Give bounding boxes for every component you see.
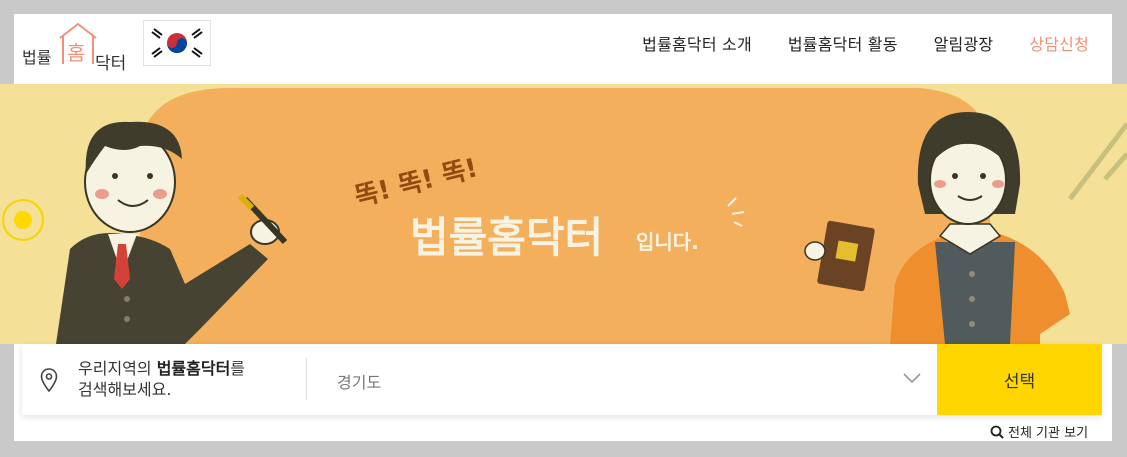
region-select-value: 경기도 (337, 373, 382, 392)
search-divider (306, 358, 307, 400)
site-header: 법률 홈 닥터 법률홈닥터 소개 법률홈닥터 활동 알림광장 상담신청 (14, 14, 1112, 84)
search-icon (990, 425, 1004, 439)
location-pin-icon (40, 368, 58, 392)
view-all-link[interactable]: 전체 기관 보기 (990, 422, 1088, 441)
logo-text-house: 홈 (67, 41, 85, 65)
slide-indicator-dot[interactable] (2, 199, 44, 241)
logo-text-right: 닥터 (95, 54, 126, 74)
search-prompt-suffix: 를 (230, 359, 246, 378)
search-prompt-line2: 검색해보세요. (78, 380, 172, 399)
select-button[interactable]: 선택 (937, 344, 1102, 415)
hero-title-suffix: 입니다. (636, 230, 699, 254)
view-all-label: 전체 기관 보기 (1008, 426, 1089, 441)
hero-illustration: 똑! 똑! 똑! 법률홈닥터 입니다. (56, 88, 1127, 344)
search-prompt-bold: 법률홈닥터 (156, 359, 231, 378)
main-nav: 법률홈닥터 소개 법률홈닥터 활동 알림광장 상담신청 (642, 14, 1089, 72)
site-logo[interactable]: 법률 홈 닥터 (20, 18, 132, 76)
logo-house-icon: 법률 홈 닥터 (22, 22, 126, 74)
nav-item-consultation[interactable]: 상담신청 (1029, 31, 1089, 55)
chevron-down-icon (903, 373, 921, 384)
region-search-bar: 우리지역의 법률홈닥터를 검색해보세요. 경기도 선택 (22, 344, 1102, 415)
region-select-dropdown[interactable]: 경기도 (317, 344, 937, 415)
search-prompt: 우리지역의 법률홈닥터를 검색해보세요. (78, 358, 245, 400)
search-prompt-prefix: 우리지역의 (78, 359, 157, 378)
nav-item-intro[interactable]: 법률홈닥터 소개 (642, 31, 752, 55)
hero-main-title: 법률홈닥터 (410, 213, 603, 262)
korean-flag-icon[interactable] (143, 20, 211, 66)
nav-item-activities[interactable]: 법률홈닥터 활동 (788, 31, 898, 55)
nav-item-notices[interactable]: 알림광장 (934, 31, 994, 55)
slide-indicator-inner (14, 211, 32, 229)
hero-banner: 똑! 똑! 똑! 법률홈닥터 입니다. (0, 84, 1127, 344)
logo-text-left: 법률 (22, 48, 51, 67)
